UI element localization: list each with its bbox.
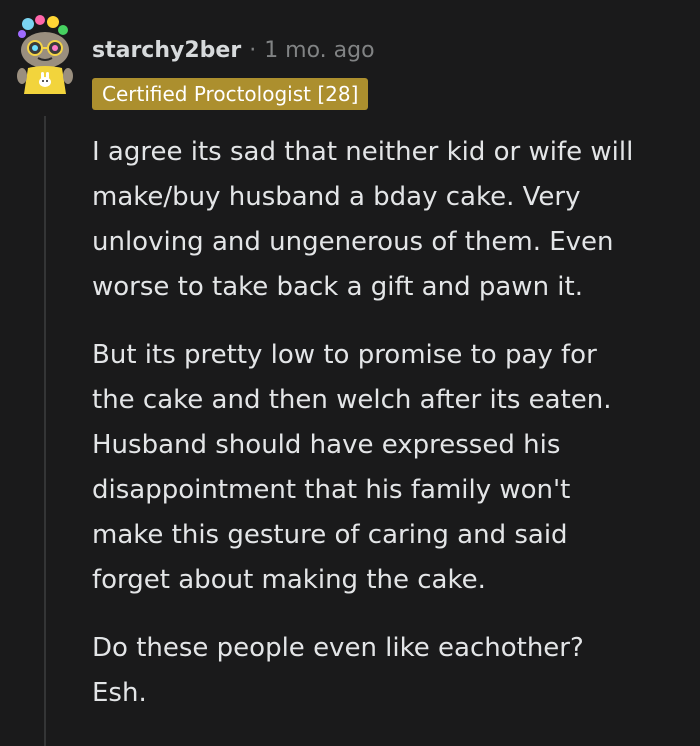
- comment-line: forget about making the cake.: [92, 565, 486, 595]
- user-avatar-icon[interactable]: [10, 14, 80, 96]
- comment-line: disappointment that his family won't: [92, 475, 571, 505]
- comment: starchy2ber · 1 mo. ago Certified Procto…: [0, 0, 700, 746]
- separator-dot: ·: [249, 37, 257, 63]
- comment-line: Husband should have expressed his: [92, 430, 561, 460]
- comment-paragraph: But its pretty low to promise to pay for…: [92, 333, 692, 603]
- user-flair-badge: Certified Proctologist [28]: [92, 78, 369, 110]
- comment-line: the cake and then welch after its eaten.: [92, 385, 612, 415]
- comment-line: unloving and ungenerous of them. Even: [92, 227, 614, 257]
- comment-header: starchy2ber · 1 mo. ago: [92, 34, 375, 66]
- comment-line: I agree its sad that neither kid or wife…: [92, 137, 634, 167]
- comment-line: make/buy husband a bday cake. Very: [92, 182, 581, 212]
- timestamp[interactable]: 1 mo. ago: [264, 38, 374, 63]
- comment-line: Do these people even like eachother?: [92, 633, 584, 663]
- comment-paragraph: I agree its sad that neither kid or wife…: [92, 130, 692, 310]
- comment-line: Esh.: [92, 678, 147, 708]
- comment-paragraph: Do these people even like eachother? Esh…: [92, 626, 692, 716]
- comment-line: But its pretty low to promise to pay for: [92, 340, 597, 370]
- thread-line[interactable]: [44, 116, 46, 746]
- username-link[interactable]: starchy2ber: [92, 38, 241, 63]
- comment-line: make this gesture of caring and said: [92, 520, 568, 550]
- comment-body: I agree its sad that neither kid or wife…: [92, 130, 692, 739]
- comment-line: worse to take back a gift and pawn it.: [92, 272, 583, 302]
